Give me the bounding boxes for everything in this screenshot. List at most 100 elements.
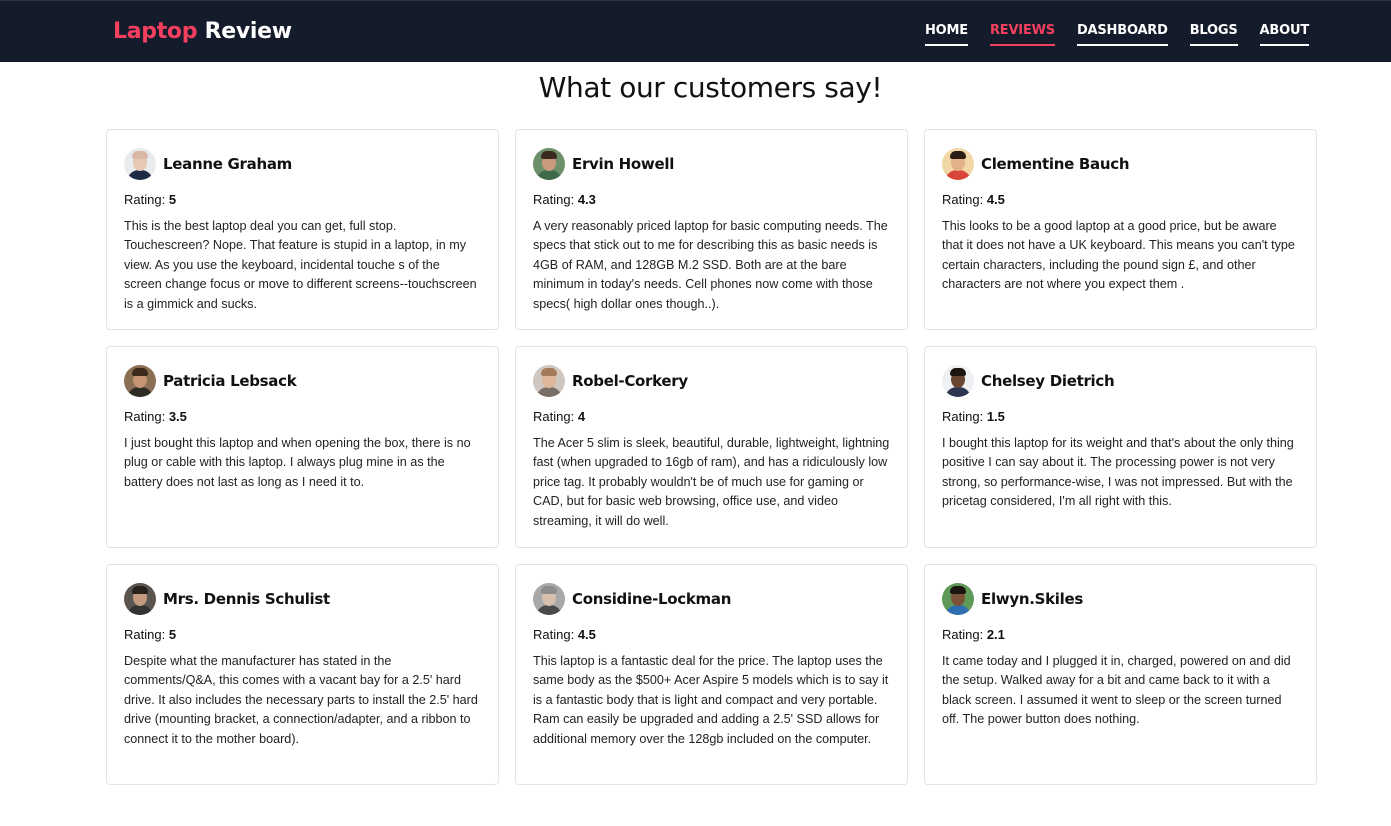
brand-logo[interactable]: Laptop Review — [113, 19, 292, 44]
page-title: What our customers say! — [538, 71, 883, 104]
avatar-hair — [541, 150, 557, 159]
avatar-hair — [132, 150, 148, 159]
nav-about[interactable]: ABOUT — [1259, 23, 1309, 46]
review-text: Despite what the manufacturer has stated… — [124, 654, 478, 746]
rating-label: Rating: — [942, 192, 984, 207]
review-card: Considine-Lockman Rating: 4.5 This laptop … — [515, 564, 908, 785]
review-header: Considine-Lockman — [533, 582, 890, 615]
rating: Rating: 4.5 — [942, 192, 1299, 207]
reviewer-name: Leanne Graham — [163, 154, 292, 173]
avatar — [124, 364, 156, 397]
rating-value: 2.1 — [986, 627, 1005, 642]
rating: Rating: 3.5 — [124, 409, 481, 424]
avatar-hair — [132, 367, 148, 376]
avatar — [124, 147, 156, 180]
avatar — [533, 147, 565, 180]
avatar-hair — [950, 367, 966, 376]
avatar-shoulders — [536, 169, 562, 180]
rating-label: Rating: — [124, 409, 166, 424]
avatar-shoulders — [945, 169, 971, 180]
navbar: Laptop Review HOME REVIEWS DASHBOARD BLO… — [0, 0, 1391, 62]
review-text: I just bought this laptop and when openi… — [124, 436, 471, 489]
nav-home[interactable]: HOME — [925, 23, 968, 46]
rating-label: Rating: — [124, 192, 166, 207]
review-card: Ervin Howell Rating: 4.3 A very reasonably… — [515, 129, 908, 330]
avatar — [942, 364, 974, 397]
reviewer-name: Chelsey Dietrich — [981, 371, 1115, 390]
review-text: This looks to be a good laptop at a good… — [942, 219, 1295, 292]
review-header: Ervin Howell — [533, 147, 890, 180]
avatar-shoulders — [127, 386, 153, 397]
review-text: It came today and I plugged it in, charg… — [942, 654, 1291, 727]
review-header: Clementine Bauch — [942, 147, 1299, 180]
rating: Rating: 4.3 — [533, 192, 890, 207]
rating-label: Rating: — [533, 627, 575, 642]
nav-reviews[interactable]: REVIEWS — [989, 23, 1055, 46]
review-card: Clementine Bauch Rating: 4.5 This looks to… — [924, 129, 1317, 330]
rating-value: 5 — [168, 627, 177, 642]
rating-value: 3.5 — [168, 409, 187, 424]
brand-rest: Review — [204, 19, 293, 44]
review-text: This is the best laptop deal you can get… — [124, 219, 477, 311]
reviewer-name: Mrs. Dennis Schulist — [163, 589, 330, 608]
rating-value: 4 — [577, 409, 586, 424]
avatar — [533, 582, 565, 615]
review-header: Robel-Corkery — [533, 364, 890, 397]
avatar-shoulders — [127, 169, 153, 180]
review-card: Robel-Corkery Rating: 4 The Acer 5 slim is… — [515, 346, 908, 548]
review-card: Mrs. Dennis Schulist Rating: 5 Despite wha… — [106, 564, 499, 785]
review-text: A very reasonably priced laptop for basi… — [533, 219, 888, 311]
avatar-shoulders — [945, 604, 971, 615]
reviewer-name: Considine-Lockman — [572, 589, 732, 608]
review-card: Elwyn.Skiles Rating: 2.1 It came today and… — [924, 564, 1317, 785]
main-nav: HOME REVIEWS DASHBOARD BLOGS ABOUT — [925, 23, 1309, 46]
rating-value: 4.5 — [577, 627, 596, 642]
avatar — [942, 582, 974, 615]
avatar-shoulders — [127, 604, 153, 615]
avatar-hair — [950, 585, 966, 594]
rating-value: 4.5 — [986, 192, 1005, 207]
nav-dashboard[interactable]: DASHBOARD — [1076, 23, 1168, 46]
reviewer-name: Clementine Bauch — [981, 154, 1130, 173]
rating: Rating: 5 — [124, 627, 481, 642]
review-header: Leanne Graham — [124, 147, 481, 180]
avatar-shoulders — [536, 604, 562, 615]
avatar-hair — [541, 367, 557, 376]
avatar — [124, 582, 156, 615]
rating: Rating: 5 — [124, 192, 481, 207]
review-header: Chelsey Dietrich — [942, 364, 1299, 397]
rating: Rating: 4 — [533, 409, 890, 424]
avatar-shoulders — [536, 386, 562, 397]
review-header: Patricia Lebsack — [124, 364, 481, 397]
reviews-grid: Leanne Graham Rating: 5 This is the best l… — [106, 129, 1317, 785]
reviewer-name: Patricia Lebsack — [163, 371, 297, 390]
reviewer-name: Robel-Corkery — [572, 371, 688, 390]
avatar-hair — [950, 150, 966, 159]
brand-accent: Laptop — [113, 19, 198, 44]
rating-value: 5 — [168, 192, 177, 207]
avatar — [942, 147, 974, 180]
rating-value: 1.5 — [986, 409, 1005, 424]
review-card: Leanne Graham Rating: 5 This is the best l… — [106, 129, 499, 330]
avatar — [533, 364, 565, 397]
avatar-hair — [132, 585, 148, 594]
rating-value: 4.3 — [577, 192, 596, 207]
review-text: This laptop is a fantastic deal for the … — [533, 654, 889, 746]
rating-label: Rating: — [533, 192, 575, 207]
nav-blogs[interactable]: BLOGS — [1189, 23, 1238, 46]
rating-label: Rating: — [533, 409, 575, 424]
avatar-hair — [541, 585, 557, 594]
reviewer-name: Ervin Howell — [572, 154, 675, 173]
review-header: Elwyn.Skiles — [942, 582, 1299, 615]
rating: Rating: 4.5 — [533, 627, 890, 642]
review-text: The Acer 5 slim is sleek, beautiful, dur… — [533, 436, 890, 528]
rating: Rating: 2.1 — [942, 627, 1299, 642]
review-text: I bought this laptop for its weight and … — [942, 436, 1294, 509]
review-card: Patricia Lebsack Rating: 3.5 I just bought… — [106, 346, 499, 548]
rating-label: Rating: — [942, 627, 984, 642]
rating: Rating: 1.5 — [942, 409, 1299, 424]
reviewer-name: Elwyn.Skiles — [981, 589, 1083, 608]
review-header: Mrs. Dennis Schulist — [124, 582, 481, 615]
rating-label: Rating: — [124, 627, 166, 642]
rating-label: Rating: — [942, 409, 984, 424]
